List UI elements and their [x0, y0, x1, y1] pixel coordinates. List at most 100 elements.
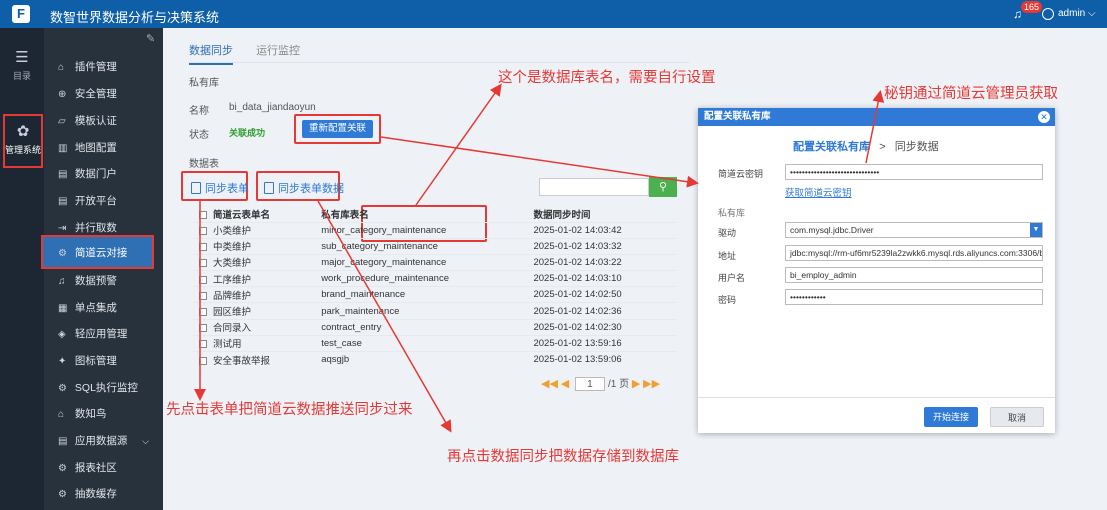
tab-monitor[interactable]: 运行监控: [256, 42, 300, 63]
nav-label: 数知鸟: [74, 408, 107, 420]
rail-item-admin[interactable]: ✿ 管理系统: [3, 114, 43, 168]
cell-db-table: work_procedure_maintenance: [315, 270, 528, 287]
section-private-db: 私有库: [189, 78, 219, 89]
cell-sync-time: 2025-01-02 14:03:22: [527, 253, 677, 271]
cell-form-name: 测试用: [193, 334, 316, 352]
section-tables: 数据表: [189, 159, 219, 170]
table-row[interactable]: 大类维护 major_category_maintenance 2025-01-02…: [193, 253, 677, 271]
nav-label: 简道云对接: [74, 247, 128, 259]
row-checkbox[interactable]: [199, 259, 207, 268]
cell-sync-time: 2025-01-02 14:03:32: [527, 237, 677, 255]
password-field[interactable]: ••••••••••••: [785, 289, 1043, 305]
sidebar-item-sql[interactable]: ⚙ SQL执行监控: [44, 375, 163, 401]
secret-label: 简道云密钥: [718, 169, 764, 179]
chevron-down-icon[interactable]: ▼: [1030, 223, 1042, 237]
community-icon: ⚙: [58, 463, 67, 474]
nav-label: 应用数据源: [74, 435, 128, 447]
document-icon: [191, 182, 201, 194]
row-checkbox[interactable]: [199, 227, 207, 236]
form-name: 园区维护: [213, 307, 252, 319]
first-page-icon[interactable]: ◀◀: [541, 378, 558, 390]
reconfig-button[interactable]: 重新配置关联: [302, 120, 373, 138]
search-icon[interactable]: ⚲: [649, 177, 677, 197]
table-row[interactable]: 合同录入 contract_entry 2025-01-02 14:02:30: [193, 318, 677, 336]
search-input[interactable]: [539, 178, 649, 196]
prev-page-icon[interactable]: ◀: [561, 378, 569, 390]
driver-select[interactable]: com.mysql.jdbc.Driver ▼: [785, 222, 1043, 238]
sidebar-item-datasource[interactable]: ▤ 应用数据源 ⌵: [44, 428, 163, 454]
row-checkbox[interactable]: [199, 340, 207, 349]
sidebar-item-platform[interactable]: ▤ 开放平台: [44, 188, 163, 214]
cell-form-name: 园区维护: [193, 302, 316, 320]
cell-db-table: major_category_maintenance: [315, 253, 528, 271]
sidebar-item-plugin[interactable]: ⌂ 插件管理: [44, 54, 163, 80]
table-row[interactable]: 中类维护 sub_category_maintenance 2025-01-02 1…: [193, 237, 677, 255]
page-total: /1 页: [607, 379, 630, 390]
row-checkbox[interactable]: [199, 324, 207, 333]
nav-label: 地图配置: [74, 142, 117, 154]
table-row[interactable]: 工序维护 work_procedure_maintenance 2025-01-02…: [193, 270, 677, 287]
sidebar-item-template[interactable]: ▱ 模板认证: [44, 108, 163, 134]
sidebar-item-icons[interactable]: ✦ 图标管理: [44, 348, 163, 374]
form-name: 测试用: [213, 339, 242, 351]
connect-button[interactable]: 开始连接: [924, 407, 978, 427]
close-icon[interactable]: ✕: [1038, 111, 1050, 123]
annotation-secret: 秘钥通过简道云管理员获取: [884, 86, 1058, 102]
user-menu[interactable]: admin ⌵: [1058, 8, 1096, 19]
nav-label: 开放平台: [74, 195, 117, 207]
select-all-checkbox[interactable]: [199, 210, 207, 219]
nav-label: 安全管理: [74, 88, 117, 100]
sidebar-item-cache[interactable]: ⚙ 抽数缓存: [44, 481, 163, 507]
row-checkbox[interactable]: [199, 291, 207, 300]
row-checkbox[interactable]: [199, 308, 207, 317]
sidebar-item-lightapp[interactable]: ◈ 轻应用管理: [44, 321, 163, 347]
sidebar-item-sso[interactable]: ▦ 单点集成: [44, 295, 163, 321]
plugin-icon: ⌂: [58, 62, 65, 73]
row-checkbox[interactable]: [199, 243, 207, 252]
sidebar-item-community[interactable]: ⚙ 报表社区: [44, 455, 163, 481]
pin-icon[interactable]: ✎: [146, 32, 155, 45]
form-name: 工序维护: [213, 274, 252, 286]
page-input[interactable]: 1: [574, 377, 605, 391]
dialog-title: 配置关联私有库: [704, 111, 771, 122]
nav-label: 插件管理: [74, 61, 117, 73]
sidebar-item-bird[interactable]: ⌂ 数知鸟: [44, 401, 163, 427]
user-icon[interactable]: [1042, 8, 1054, 20]
name-label: 名称: [189, 106, 209, 117]
sync-form-button[interactable]: 同步表单: [191, 180, 249, 196]
sidebar-item-portal[interactable]: ▤ 数据门户: [44, 161, 163, 187]
row-checkbox[interactable]: [199, 356, 207, 365]
sync-data-button[interactable]: 同步表单数据: [264, 180, 344, 196]
table-row[interactable]: 测试用 test_case 2025-01-02 13:59:16: [193, 334, 677, 352]
sidebar-item-jiandaoyun[interactable]: ⚙ 简道云对接: [41, 235, 154, 269]
table-row[interactable]: 品牌维护 brand_maintenance 2025-01-02 14:02:50: [193, 286, 677, 303]
table-row[interactable]: 安全事故举报 aqsgjb 2025-01-02 13:59:06: [193, 350, 677, 368]
password-label: 密码: [718, 295, 737, 305]
next-page-icon[interactable]: ▶: [632, 378, 640, 390]
url-field[interactable]: jdbc:mysql://rm-uf6mr5239la2zwkk6.mysql.…: [785, 245, 1043, 261]
sidebar-item-security[interactable]: ⊕ 安全管理: [44, 81, 163, 107]
rail-item-catalog[interactable]: ☰ 目录: [0, 48, 44, 82]
username-field[interactable]: bi_employ_admin: [785, 267, 1043, 283]
config-dialog: 配置关联私有库 ✕ 配置关联私有库 > 同步数据 简道云密钥 ••••••••••…: [698, 108, 1055, 433]
sidebar-item-alert[interactable]: ♫ 数据预警: [44, 268, 163, 294]
form-name: 安全事故举报: [213, 355, 271, 367]
last-page-icon[interactable]: ▶▶: [643, 378, 660, 390]
cell-sync-time: 2025-01-02 13:59:16: [527, 334, 677, 352]
pager: ◀◀ ◀ 1/1 页 ▶ ▶▶: [541, 375, 660, 391]
cell-form-name: 合同录入: [193, 318, 316, 336]
user-name: admin: [1058, 8, 1086, 19]
cell-db-table: aqsgjb: [315, 350, 528, 368]
get-secret-link[interactable]: 获取简道云密钥: [785, 185, 852, 199]
sidebar-item-map[interactable]: ▥ 地图配置: [44, 135, 163, 161]
cancel-button[interactable]: 取消: [990, 407, 1044, 427]
chevron-down-icon: ⌵: [142, 436, 149, 446]
table-row[interactable]: 园区维护 park_maintenance 2025-01-02 14:02:36: [193, 302, 677, 320]
row-checkbox[interactable]: [199, 275, 207, 284]
nav-label: 抽数缓存: [74, 488, 117, 500]
table-row[interactable]: 小类维护 minor_category_maintenance 2025-01-02…: [193, 221, 677, 239]
step-separator: >: [879, 141, 886, 153]
secret-field[interactable]: ••••••••••••••••••••••••••••••: [785, 164, 1043, 180]
annotation-sync-data: 再点击数据同步把数据存储到数据库: [447, 449, 679, 465]
step-sync: 同步数据: [894, 141, 939, 153]
